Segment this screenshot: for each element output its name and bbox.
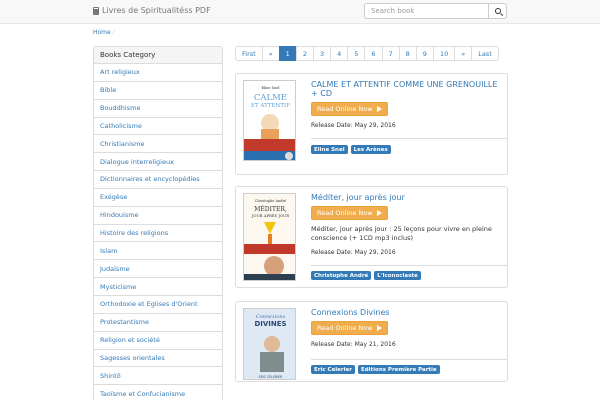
sidebar-item[interactable]: Mysticisme (94, 278, 222, 296)
play-icon (377, 325, 382, 331)
search-form (364, 3, 507, 19)
book-title[interactable]: Connexions Divines (311, 308, 499, 317)
page-5[interactable]: 5 (347, 46, 366, 61)
page-2[interactable]: 2 (295, 46, 314, 61)
page-1[interactable]: 1 (278, 46, 297, 61)
book-card: Eline Snel CALME ET ATTENTIF CALME ET AT… (235, 73, 508, 175)
release-date: Release Date: May 29, 2016 (311, 249, 396, 256)
sidebar-item[interactable]: Protestantisme (94, 314, 222, 332)
card-divider (311, 265, 507, 266)
sidebar-item[interactable]: Dictionnaires et encyclopédies (94, 171, 222, 189)
card-divider (311, 359, 507, 360)
author-tag[interactable]: Eline Snel (311, 145, 348, 154)
read-online-button[interactable]: Read Online Now (311, 206, 388, 220)
page-8[interactable]: 8 (398, 46, 417, 61)
publisher-tag[interactable]: Editions Première Partie (357, 365, 440, 374)
book-cover-image: Connexions DIVINES ERIC CELERIER (244, 309, 295, 379)
sidebar-item[interactable]: Islam (94, 242, 222, 261)
sidebar-item[interactable]: Histoire des religions (94, 225, 222, 243)
cover-author: ERIC CELERIER (259, 375, 284, 379)
top-navbar: Livres de Spiritualitéss PDF (0, 0, 600, 24)
cover-title-line2: ET ATTENTIF (251, 103, 290, 109)
book-tags: Christophe André L'Iconoclaste (311, 271, 421, 280)
page-6[interactable]: 6 (364, 46, 383, 61)
search-input[interactable] (364, 3, 489, 19)
sidebar-item[interactable]: Sagesses orientales (94, 350, 222, 368)
book-title[interactable]: Méditer, jour après jour (311, 193, 499, 202)
page-3[interactable]: 3 (312, 46, 332, 61)
book-cover[interactable]: Connexions DIVINES ERIC CELERIER (243, 308, 296, 380)
cover-title-line2: JOUR APRÈS JOUR (251, 213, 289, 218)
read-online-label: Read Online Now (317, 105, 373, 113)
cover-title-line1: MÉDITER, (254, 205, 287, 213)
book-title[interactable]: CALME ET ATTENTIF COMME UNE GRENOUILLE +… (311, 80, 499, 98)
play-icon (377, 210, 382, 216)
author-tag[interactable]: Christophe André (311, 271, 372, 280)
read-online-label: Read Online Now (317, 209, 373, 217)
site-brand[interactable]: Livres de Spiritualitéss PDF (93, 6, 211, 15)
search-icon (494, 8, 501, 14)
read-online-button[interactable]: Read Online Now (311, 321, 388, 335)
sidebar-item[interactable]: Art religieux (94, 64, 222, 82)
read-online-button[interactable]: Read Online Now (311, 102, 388, 116)
book-cover[interactable]: Eline Snel CALME ET ATTENTIF (243, 80, 296, 161)
book-cover-image: Eline Snel CALME ET ATTENTIF (244, 81, 295, 160)
page-9[interactable]: 9 (415, 46, 434, 61)
breadcrumb-separator: / (112, 29, 115, 36)
breadcrumb: Home / (93, 29, 115, 36)
read-online-label: Read Online Now (317, 324, 373, 332)
category-sidebar: Books Category Art religieux Bible Boudd… (93, 46, 223, 400)
sidebar-item[interactable]: Bouddhisme (94, 100, 222, 118)
site-brand-label: Livres de Spiritualitéss PDF (102, 6, 211, 15)
book-tags: Eric Celerier Editions Première Partie (311, 365, 440, 374)
cover-title-line2: DIVINES (254, 320, 286, 328)
play-icon (377, 106, 382, 112)
card-divider (311, 138, 507, 139)
page-last[interactable]: Last (471, 46, 499, 61)
sidebar-item[interactable]: Catholicisme (94, 118, 222, 136)
sidebar-item[interactable]: Judaïsme (94, 260, 222, 279)
book-cover[interactable]: Christophe André MÉDITER, JOUR APRÈS JOU… (243, 193, 296, 281)
release-date: Release Date: May 21, 2016 (311, 341, 396, 348)
pagination: First « 1 2 3 4 5 6 7 8 9 10 » Last (235, 46, 499, 61)
page-4[interactable]: 4 (330, 46, 349, 61)
cover-author: Eline Snel (261, 86, 280, 90)
sidebar-item[interactable]: Exégèse (94, 189, 222, 207)
book-icon (93, 6, 99, 15)
book-description: Méditer, jour après jour : 25 leçons pou… (311, 225, 492, 242)
page-next[interactable]: » (454, 46, 473, 61)
page-first[interactable]: First (235, 46, 263, 61)
sidebar-item[interactable]: Religion et société (94, 332, 222, 350)
sidebar-item[interactable]: Bible (94, 82, 222, 100)
breadcrumb-home[interactable]: Home (93, 29, 111, 36)
book-info: Connexions Divines Read Online Now Relea… (311, 308, 499, 348)
cover-author: Christophe André (255, 199, 286, 203)
publisher-tag[interactable]: Les Arènes (350, 145, 391, 154)
page-10[interactable]: 10 (432, 46, 456, 61)
book-info: Méditer, jour après jour Read Online Now… (311, 193, 499, 256)
sidebar-title: Books Category (94, 47, 222, 64)
book-card: Christophe André MÉDITER, JOUR APRÈS JOU… (235, 186, 508, 288)
author-tag[interactable]: Eric Celerier (311, 365, 355, 374)
sidebar-item[interactable]: Hindouisme (94, 207, 222, 225)
page-prev[interactable]: « (261, 46, 280, 61)
book-card: Connexions DIVINES ERIC CELERIER Connexi… (235, 301, 508, 382)
book-cover-image: Christophe André MÉDITER, JOUR APRÈS JOU… (244, 194, 295, 280)
sidebar-item[interactable]: Shintô (94, 367, 222, 386)
sidebar-item[interactable]: Dialogue interreligieux (94, 153, 222, 172)
sidebar-item[interactable]: Christianisme (94, 135, 222, 154)
release-date: Release Date: May 29, 2016 (311, 122, 396, 129)
cover-title-line1: CALME (254, 93, 287, 103)
sidebar-item[interactable]: Taoïsme et Confucianisme (94, 385, 222, 400)
book-info: CALME ET ATTENTIF COMME UNE GRENOUILLE +… (311, 80, 499, 129)
publisher-tag[interactable]: L'Iconoclaste (374, 271, 421, 280)
search-button[interactable] (489, 3, 507, 19)
page-7[interactable]: 7 (381, 46, 400, 61)
book-tags: Eline Snel Les Arènes (311, 145, 391, 154)
sidebar-item[interactable]: Orthodoxie et Eglises d'Orient (94, 296, 222, 314)
